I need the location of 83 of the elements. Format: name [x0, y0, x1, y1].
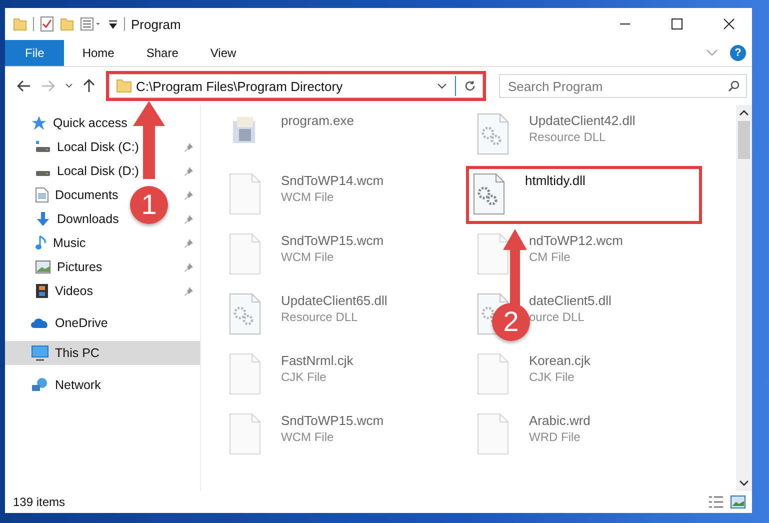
back-icon[interactable] — [17, 80, 31, 92]
blank-file-icon — [477, 233, 509, 275]
sidebar-item[interactable]: Music — [35, 235, 86, 251]
file-type: WCM File — [281, 190, 335, 204]
blank-file-icon — [229, 413, 261, 455]
file-type: Resource DLL — [529, 130, 607, 144]
scrollbar[interactable] — [736, 105, 752, 491]
drive-icon — [35, 171, 51, 176]
network-globe-icon — [31, 377, 49, 393]
file-type: Resource DLL — [281, 310, 359, 324]
up-icon[interactable] — [83, 79, 95, 93]
sidebar-item[interactable]: Quick access — [31, 115, 128, 131]
ribbon-tab[interactable]: View — [196, 40, 250, 66]
sidebar-item[interactable]: Local Disk (C:) — [35, 140, 139, 154]
callout-badge: 2 — [492, 303, 530, 341]
file-name[interactable]: UpdateClient42.dll — [529, 113, 636, 128]
expand-ribbon-icon[interactable] — [706, 49, 718, 57]
sidebar-item[interactable]: OneDrive — [31, 316, 108, 330]
refresh-icon[interactable] — [464, 80, 476, 92]
item-count: 139 items — [13, 495, 66, 509]
sidebar-item[interactable]: Downloads — [35, 211, 119, 227]
sidebar-item[interactable]: Pictures — [35, 260, 102, 274]
sidebar-item[interactable]: Videos — [35, 283, 93, 299]
recent-dropdown-icon[interactable] — [65, 83, 73, 89]
cloud-icon — [31, 317, 49, 329]
file-name[interactable]: Arabic.wrd — [529, 413, 590, 428]
address-bar[interactable]: C:\Program Files\Program Directory — [109, 74, 483, 98]
file-type: ource DLL — [529, 310, 586, 324]
drive-icon — [35, 141, 51, 153]
file-name[interactable]: UpdateClient65.dll — [281, 293, 388, 308]
help-button[interactable]: ? — [730, 45, 746, 61]
view-options-icon[interactable] — [80, 17, 102, 31]
file-name[interactable]: dateClient5.dll — [529, 293, 612, 308]
blank-file-icon — [477, 353, 509, 395]
ribbon-tab[interactable]: File — [5, 40, 64, 66]
music-note-icon — [35, 235, 47, 251]
file-name[interactable]: SndToWP15.wcm — [281, 413, 384, 428]
blank-file-icon — [229, 173, 261, 215]
star-icon — [31, 115, 47, 131]
scroll-thumb[interactable] — [738, 121, 750, 159]
gears-file-icon — [229, 293, 261, 335]
callout-badge: 1 — [130, 186, 168, 224]
file-name[interactable]: SndToWP15.wcm — [281, 233, 384, 248]
sidebar-item[interactable]: Local Disk (D:) — [35, 164, 139, 178]
file-type: CJK File — [529, 370, 576, 384]
customize-dropdown-icon[interactable] — [108, 18, 118, 30]
file-type: CM File — [529, 250, 572, 264]
file-type: WCM File — [281, 430, 335, 444]
details-view-icon[interactable] — [708, 495, 724, 509]
gears-file-icon — [473, 173, 505, 215]
blank-file-icon — [229, 353, 261, 395]
scroll-down-icon[interactable] — [739, 479, 749, 487]
file-name[interactable]: program.exe — [281, 113, 354, 128]
search-box[interactable]: Search Program — [499, 74, 747, 98]
film-icon — [35, 283, 49, 299]
file-name[interactable]: Korean.cjk — [529, 353, 590, 368]
search-icon — [728, 80, 740, 92]
properties-icon[interactable] — [40, 16, 54, 32]
blank-file-icon — [477, 413, 509, 455]
ribbon-tab[interactable]: Share — [132, 40, 192, 66]
document-icon — [35, 187, 49, 203]
address-path: C:\Program Files\Program Directory — [136, 78, 343, 94]
sidebar-item[interactable]: Network — [31, 377, 101, 393]
file-name[interactable]: FastNrml.cjk — [281, 353, 354, 368]
download-arrow-icon — [35, 211, 51, 227]
window-title: Program — [131, 16, 181, 32]
file-name[interactable]: SndToWP14.wcm — [281, 173, 384, 188]
scroll-up-icon[interactable] — [739, 109, 749, 117]
file-name[interactable]: ndToWP12.wcm — [529, 233, 623, 248]
gears-file-icon — [477, 113, 509, 155]
file-name[interactable]: htmltidy.dll — [525, 173, 586, 188]
file-highlight[interactable]: htmltidy.dll — [469, 169, 699, 221]
file-type: CJK File — [281, 370, 328, 384]
pictures-icon — [35, 260, 51, 274]
monitor-icon — [31, 345, 49, 361]
sidebar-item[interactable]: Documents — [35, 187, 118, 203]
folder-icon — [116, 79, 132, 93]
file-type: WRD File — [529, 430, 582, 444]
blank-file-icon — [229, 233, 261, 275]
ribbon-tab[interactable]: Home — [68, 40, 128, 66]
dropdown-icon[interactable] — [437, 83, 447, 89]
file-type: WCM File — [281, 250, 335, 264]
large-icons-view-icon[interactable] — [730, 495, 746, 509]
